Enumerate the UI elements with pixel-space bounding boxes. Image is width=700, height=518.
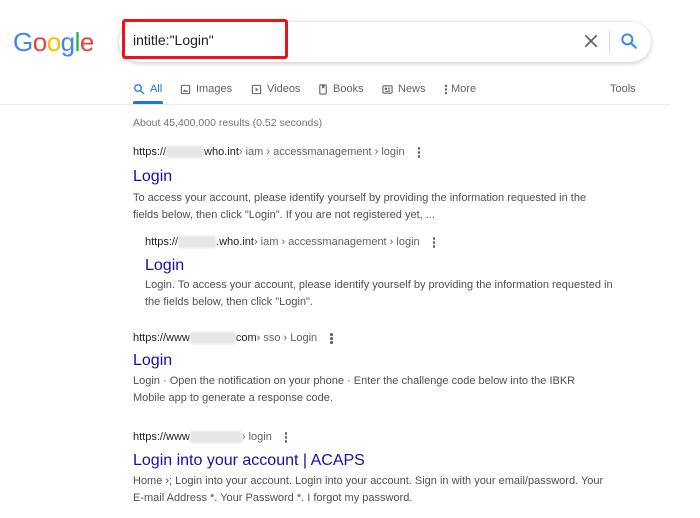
search-result: https://www › login Login into your acco… xyxy=(133,430,613,507)
search-icon xyxy=(134,84,145,95)
query-highlight-box xyxy=(122,19,288,59)
url-domain: who.int xyxy=(204,146,239,158)
more-options-icon[interactable] xyxy=(432,236,436,248)
redacted-domain xyxy=(189,431,242,443)
url-domain: .who.int xyxy=(216,236,254,248)
logo-letter: G xyxy=(13,27,33,57)
search-box-divider xyxy=(609,30,610,54)
more-options-icon[interactable] xyxy=(417,146,421,158)
url-path: › sso › Login xyxy=(256,332,318,344)
result-snippet: To access your account, please identify … xyxy=(133,190,613,224)
url-prefix: https:// xyxy=(133,146,167,158)
close-icon[interactable] xyxy=(582,32,600,50)
search-result: https://www com › sso › Login Login Logi… xyxy=(133,331,613,407)
snippet-line: Mobile app to generate a response code. xyxy=(133,392,333,404)
url-path: › iam › accessmanagement › login xyxy=(253,236,420,248)
tab-label: Images xyxy=(196,83,233,95)
book-icon xyxy=(319,83,327,95)
result-url[interactable]: https:// who.int › iam › accessmanagemen… xyxy=(133,145,613,159)
tab-label: More xyxy=(451,83,477,95)
google-logo[interactable]: Google xyxy=(13,27,94,57)
url-prefix: https:// xyxy=(145,236,179,248)
search-result: https:// who.int › iam › accessmanagemen… xyxy=(133,145,613,224)
url-path: › login xyxy=(241,431,272,443)
snippet-line: Home ›; Login into your account. Login i… xyxy=(133,475,604,487)
search-results-page: Google intitle:"Login" All Images Videos… xyxy=(0,0,700,518)
redacted-domain xyxy=(178,236,217,248)
tools-button[interactable]: Tools xyxy=(610,82,636,96)
result-title[interactable]: Login into your account | ACAPS xyxy=(133,451,613,471)
result-url[interactable]: https://www com › sso › Login xyxy=(133,331,613,345)
tab-more[interactable]: More xyxy=(444,82,476,96)
tabs-divider xyxy=(0,104,670,105)
more-options-icon[interactable] xyxy=(329,332,333,344)
snippet-line: To access your account, please identify … xyxy=(133,192,587,204)
tab-label: Videos xyxy=(267,83,301,95)
tab-all[interactable]: All xyxy=(133,82,162,96)
snippet-line: fields below, then click "Login". If you… xyxy=(133,209,435,221)
tab-videos[interactable]: Videos xyxy=(251,82,300,96)
redacted-domain xyxy=(166,146,205,158)
url-prefix: https://www xyxy=(133,332,190,344)
tab-books[interactable]: Books xyxy=(318,82,364,96)
tab-images[interactable]: Images xyxy=(180,82,232,96)
result-title[interactable]: Login xyxy=(133,351,613,371)
result-snippet: Home ›; Login into your account. Login i… xyxy=(133,473,613,507)
result-snippet: Login · Open the notification on your ph… xyxy=(133,373,613,407)
result-url[interactable]: https://www › login xyxy=(133,430,613,444)
search-result: https:// .who.int › iam › accessmanageme… xyxy=(145,235,615,311)
url-path: › iam › accessmanagement › login xyxy=(238,146,405,158)
snippet-line: E-mail Address *. Your Password *. I for… xyxy=(133,492,413,504)
snippet-line: Login · Open the notification on your ph… xyxy=(133,375,576,387)
result-stats: About 45,400,000 results (0.52 seconds) xyxy=(133,117,323,129)
kebab-icon xyxy=(444,84,448,94)
tab-label: All xyxy=(150,83,163,95)
search-icon[interactable] xyxy=(619,31,639,51)
image-icon xyxy=(180,84,191,94)
result-title[interactable]: Login xyxy=(133,167,613,187)
result-title[interactable]: Login xyxy=(145,256,615,276)
newspaper-icon xyxy=(382,84,393,94)
logo-letter: g xyxy=(60,27,75,57)
logo-letter: o xyxy=(46,27,61,57)
url-domain: com xyxy=(235,332,257,344)
result-url[interactable]: https:// .who.int › iam › accessmanageme… xyxy=(145,235,615,249)
tab-news[interactable]: News xyxy=(382,82,426,96)
result-snippet: Login. To access your account, please id… xyxy=(145,277,615,311)
snippet-line: Login. To access your account, please id… xyxy=(145,279,613,291)
logo-letter: o xyxy=(32,27,47,57)
more-options-icon[interactable] xyxy=(284,431,288,443)
url-prefix: https://www xyxy=(133,431,190,443)
redacted-domain xyxy=(189,332,236,344)
tab-label: News xyxy=(398,83,426,95)
play-icon xyxy=(251,84,262,94)
logo-letter: e xyxy=(79,27,94,57)
snippet-line: the fields below, then click "Login". xyxy=(145,296,314,308)
tab-label: Books xyxy=(333,83,364,95)
